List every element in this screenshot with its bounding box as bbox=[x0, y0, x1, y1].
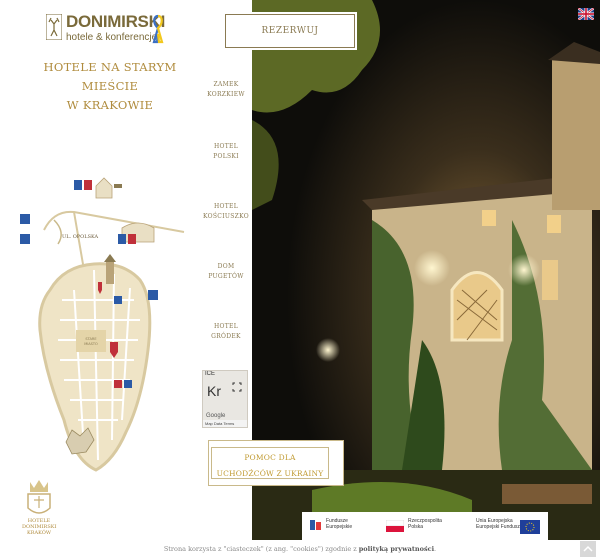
cookie-text: Strona korzysta z "ciasteczek" (z ang. "… bbox=[163, 545, 359, 553]
eu-funding-bar: Fundusze Europejskie Rzeczpospolita Pols… bbox=[302, 512, 548, 540]
nav-label-1: ZAMEK bbox=[213, 81, 239, 88]
info-icon bbox=[20, 214, 30, 224]
cookie-text-end: . bbox=[434, 545, 437, 553]
ukraine-ribbon-icon bbox=[152, 14, 164, 44]
cookie-notice: Strona korzysta z "ciasteczek" (z ang. "… bbox=[0, 540, 600, 560]
rp-line-2: Polska bbox=[408, 524, 424, 530]
nav-item-dom-pugetow[interactable]: DOM PUGETÓW bbox=[200, 262, 252, 282]
expand-icon[interactable] bbox=[232, 382, 242, 392]
help-line-1: POMOC DLA bbox=[244, 453, 296, 462]
page-headline: HOTELE NA STARYM MIEŚCIE W KRAKOWIE bbox=[20, 58, 200, 115]
poland-flag-icon bbox=[386, 520, 404, 532]
parking-icon bbox=[74, 180, 82, 190]
nav-label-1: HOTEL bbox=[213, 203, 239, 210]
crest-icon bbox=[27, 480, 51, 514]
ue-label: Unia Europejska Europejski Fundusz bbox=[476, 518, 520, 530]
nav-label-2: POLSKI bbox=[213, 153, 239, 160]
map-text-top: ICE bbox=[205, 371, 216, 377]
ukraine-help-link[interactable]: POMOC DLA UCHODŹCÓW Z UKRAINY bbox=[211, 447, 329, 479]
nav-label-2: KORZKIEW bbox=[207, 91, 245, 98]
nav-label-2: PUGETÓW bbox=[208, 273, 244, 280]
crest-caption-3: KRAKÓW bbox=[27, 530, 51, 536]
nav-label-1: DOM bbox=[217, 263, 235, 270]
embedded-map[interactable]: ICE Kr Google Map Data Terms bbox=[202, 370, 248, 428]
direction-icon bbox=[20, 234, 30, 244]
hotel-icon bbox=[84, 180, 92, 190]
reserve-button[interactable]: REZERWUJ bbox=[223, 12, 357, 50]
fundusze-line-2: Europejskie bbox=[326, 524, 353, 530]
old-town-label-2: MIASTO bbox=[84, 342, 98, 346]
ue-line-2: Europejski Fundusz bbox=[476, 524, 520, 530]
bus-icon bbox=[148, 290, 158, 300]
map-text-city: Kr bbox=[207, 383, 221, 399]
deer-logo-icon bbox=[46, 14, 62, 40]
fundusze-label: Fundusze Europejskie bbox=[326, 518, 352, 530]
nav-item-hotel-kosciuszko[interactable]: HOTEL KOŚCIUSZKO bbox=[200, 202, 252, 222]
nav-item-hotel-polski[interactable]: HOTEL POLSKI bbox=[200, 142, 252, 162]
nav-label-1: HOTEL bbox=[213, 323, 239, 330]
headline-line-2: W KRAKOWIE bbox=[66, 98, 154, 112]
uk-flag-icon[interactable] bbox=[578, 8, 594, 20]
rp-label: Rzeczpospolita Polska bbox=[408, 518, 442, 530]
map-footer[interactable]: Map Data Terms bbox=[203, 420, 247, 427]
brand-tagline: hotele & konferencje bbox=[66, 32, 158, 43]
brand-logo[interactable]: DONIMIRSKI hotele & konferencje bbox=[46, 12, 176, 48]
nav-item-zamek-korzkiew[interactable]: ZAMEK KORZKIEW bbox=[200, 80, 252, 100]
eu-funds-icon bbox=[310, 520, 321, 530]
old-town-map[interactable]: STARE MIASTO UL. OPOLSKA bbox=[14, 170, 198, 480]
privacy-policy-link[interactable]: polityką prywatności bbox=[359, 545, 434, 553]
ukraine-help-box: POMOC DLA UCHODŹCÓW Z UKRAINY bbox=[208, 440, 344, 486]
street-label: UL. OPOLSKA bbox=[62, 234, 99, 240]
nav-item-hotel-grodek[interactable]: HOTEL GRÓDEK bbox=[200, 322, 252, 342]
scroll-top-button[interactable] bbox=[580, 541, 596, 557]
crest-logo: HOTELE DONIMIRSKI KRAKÓW bbox=[22, 478, 56, 536]
old-town-label-1: STARE bbox=[85, 337, 96, 341]
scroll-top-icon bbox=[583, 545, 593, 552]
nav-label-2: GRÓDEK bbox=[211, 333, 241, 340]
nav-label-1: HOTEL bbox=[213, 143, 239, 150]
brand-name: DONIMIRSKI bbox=[66, 12, 166, 31]
google-label: Google bbox=[206, 413, 226, 419]
headline-line-1: HOTELE NA STARYM MIEŚCIE bbox=[43, 60, 177, 93]
crest-caption: HOTELE DONIMIRSKI KRAKÓW bbox=[22, 518, 56, 536]
left-panel: DONIMIRSKI hotele & konferencje HOTELE N… bbox=[0, 0, 200, 540]
eu-flag-icon bbox=[520, 520, 540, 534]
help-line-2: UCHODŹCÓW Z UKRAINY bbox=[216, 469, 324, 478]
nav-label-2: KOŚCIUSZKO bbox=[203, 213, 249, 220]
